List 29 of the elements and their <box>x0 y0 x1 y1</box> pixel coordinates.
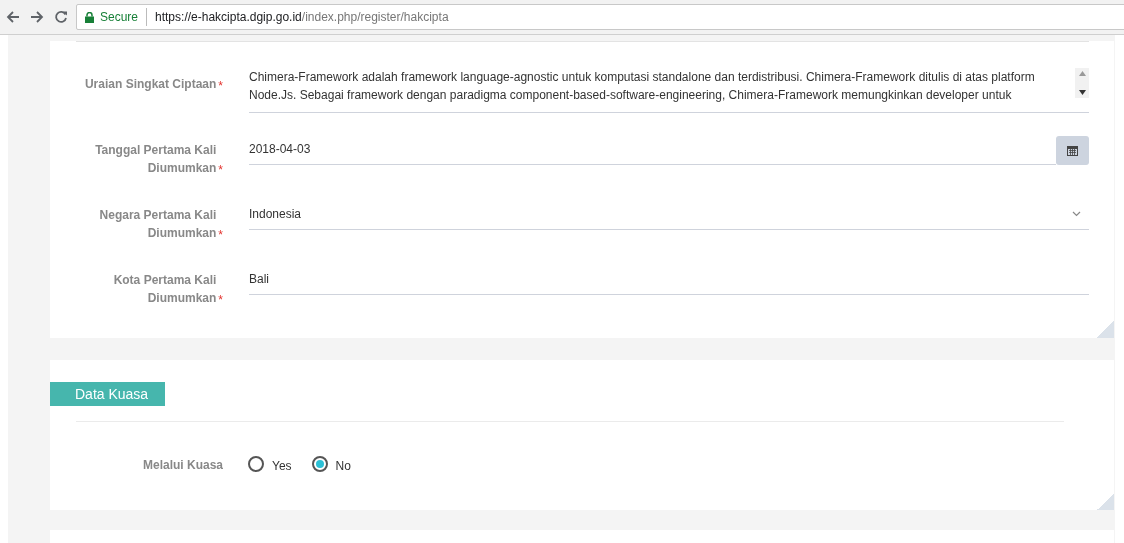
required-mark: * <box>218 163 223 177</box>
lock-icon <box>85 11 94 23</box>
back-icon[interactable] <box>6 10 20 24</box>
description-textarea[interactable]: Chimera-Framework adalah framework language-agnostic untuk komputasi standalone dan terdistribusi. Chimera-Framework ditulis di atas platform Node.Js. Sebagai framework dengan paradigma component-based-software-engineering, Chimera-Framework memungkinkan developer untuk <box>249 68 1089 113</box>
calendar-icon <box>1067 145 1078 156</box>
radio-button[interactable] <box>311 456 328 472</box>
required-mark: * <box>218 293 223 307</box>
section-title: Data Kuasa <box>50 382 165 406</box>
scrollbar-icon[interactable] <box>1075 68 1089 98</box>
required-mark: * <box>218 79 223 93</box>
field-label: Negara Pertama Kali Diumumkan <box>98 207 217 242</box>
required-mark: * <box>218 228 223 242</box>
radio-label: Yes <box>272 457 292 475</box>
secure-label: Secure <box>100 8 148 26</box>
date-field[interactable]: 2018-04-03 <box>249 138 1056 165</box>
field-label: Kota Pertama Kali Diumumkan <box>112 272 217 307</box>
field-label: Uraian Singkat Ciptaan <box>83 76 217 93</box>
input-field[interactable]: Bali <box>249 268 1089 295</box>
address-bar[interactable]: Secure https://e-hakcipta.dgip.go.id/index.php/register/hakcipta <box>76 4 1124 30</box>
reload-icon[interactable] <box>54 10 68 24</box>
field-label: Tanggal Pertama Kali Diumumkan <box>94 142 217 177</box>
country-select[interactable]: Indonesia <box>249 203 1089 230</box>
forward-icon[interactable] <box>30 10 44 24</box>
chevron-down-icon <box>1072 211 1081 217</box>
url-text: https://e-hakcipta.dgip.go.id/index.php/register/hakcipta <box>155 9 449 26</box>
radio-label: No <box>335 457 351 475</box>
radio-button[interactable] <box>248 456 264 472</box>
calendar-button[interactable] <box>1056 136 1089 165</box>
field-label: Melalui Kuasa <box>142 458 223 472</box>
